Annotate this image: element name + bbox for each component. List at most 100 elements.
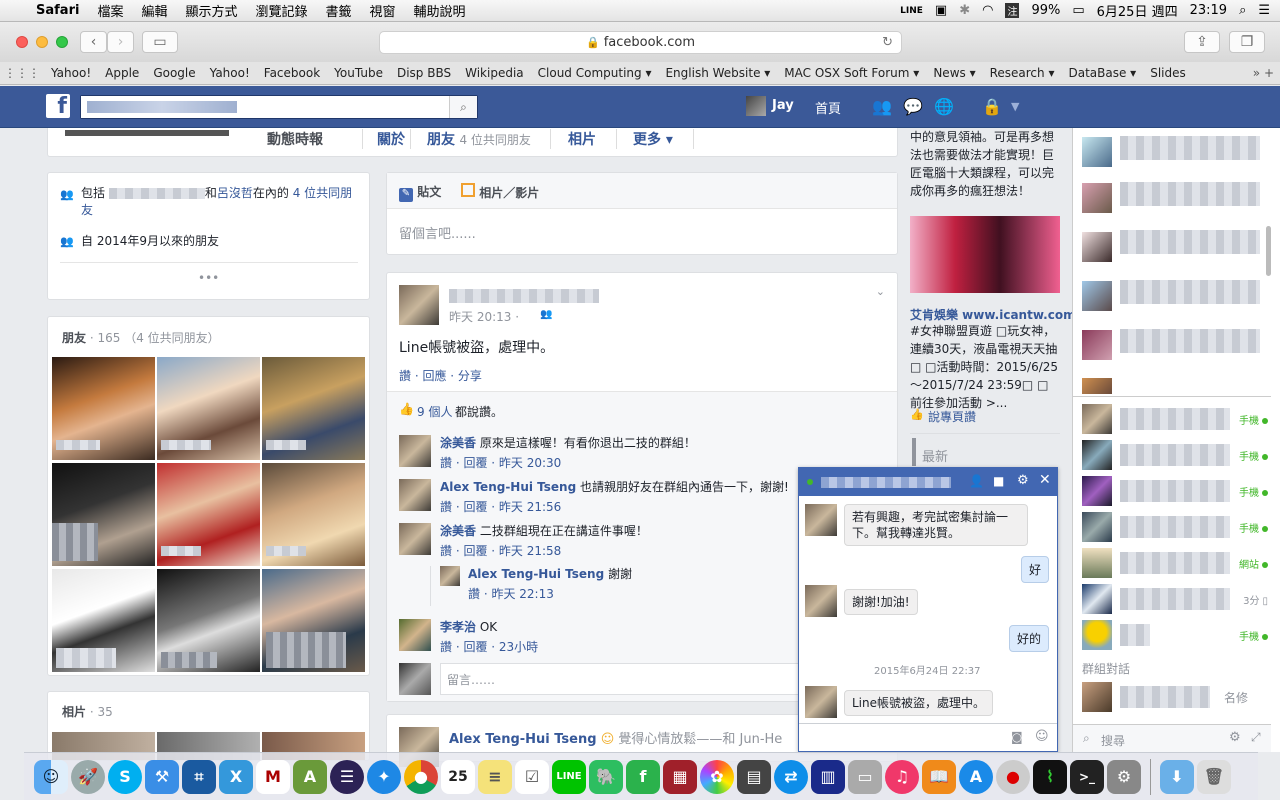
chat-settings-icon[interactable]: ⚙ (1229, 730, 1241, 745)
downloads-folder-icon[interactable]: ⬇ (1160, 759, 1194, 794)
chat-contact[interactable]: 手機 (1082, 512, 1268, 542)
friend-requests-icon[interactable]: 👥 (872, 97, 892, 116)
bookmark-item[interactable]: Facebook (257, 66, 327, 80)
bookmark-folder[interactable]: MAC OSX Soft Forum ▾ (777, 66, 926, 80)
mendeley-icon[interactable]: M (256, 759, 290, 794)
feedly-icon[interactable]: f (626, 759, 660, 794)
menu-view[interactable]: 顯示方式 (176, 1, 246, 20)
reply-author[interactable]: Alex Teng-Hui Tseng (468, 567, 604, 581)
account-menu-icon[interactable]: ▼ (1011, 100, 1019, 113)
friend-photo[interactable] (262, 463, 365, 566)
chat-compose-area[interactable]: ◙ ☺ (799, 723, 1057, 751)
messages-icon[interactable]: 💬 (903, 97, 923, 116)
sidebar-toggle-button[interactable]: ▭ (142, 31, 178, 53)
comment-avatar[interactable] (399, 479, 431, 511)
back-button[interactable]: ‹ (80, 31, 107, 53)
tab-more[interactable]: 更多 ▾ (616, 129, 694, 149)
comment-meta[interactable]: 讚 · 回覆 · 昨天 20:30 (440, 454, 561, 471)
chat-sidebar-scrollbar[interactable] (1266, 226, 1271, 276)
friends-card-title[interactable]: 朋友 (62, 331, 86, 345)
comment-meta[interactable]: 讚 · 回覆 · 23小時 (440, 638, 538, 655)
chat-contact[interactable] (1082, 183, 1112, 213)
notifications-icon[interactable]: 🌐 (934, 97, 954, 116)
evernote-icon[interactable]: 🐘 (589, 759, 623, 794)
tab-timeline[interactable]: 動態時報 (267, 129, 323, 149)
bookmark-folder[interactable]: News ▾ (926, 66, 982, 80)
comment-meta[interactable]: 讚 · 回覆 · 昨天 21:56 (440, 498, 561, 515)
friend-photo[interactable] (262, 569, 365, 672)
friend-photo[interactable] (52, 569, 155, 672)
bookmark-folder[interactable]: DataBase ▾ (1061, 66, 1143, 80)
android-studio-icon[interactable]: A (293, 759, 327, 794)
camera-icon[interactable]: ◙ (1011, 730, 1023, 744)
chat-contact[interactable]: 手機 (1082, 476, 1268, 506)
share-button[interactable]: ⇪ (1184, 31, 1220, 53)
post-author-avatar[interactable] (399, 285, 439, 325)
likes-count-link[interactable]: 9 個人 (417, 403, 452, 420)
bookmark-folder[interactable]: Cloud Computing ▾ (531, 66, 659, 80)
comment-avatar[interactable] (399, 619, 431, 651)
chat-contact[interactable]: 3分 ▯ (1082, 584, 1268, 614)
group-conversation[interactable]: 名修 (1082, 682, 1268, 712)
facebook-logo-icon[interactable]: f (46, 94, 70, 118)
user-avatar[interactable] (746, 96, 766, 116)
composer-placeholder[interactable]: 留個言吧...... (399, 223, 476, 242)
close-window-icon[interactable] (16, 36, 28, 48)
bookmark-item[interactable]: Wikipedia (458, 66, 531, 80)
post-author-name[interactable]: Alex Teng-Hui Tseng (449, 732, 597, 747)
calculator-icon[interactable]: ▥ (811, 759, 845, 794)
reply-meta[interactable]: 讚 · 昨天 22:13 (468, 585, 554, 602)
search-icon[interactable]: ⌕ (449, 96, 477, 118)
tab-photos[interactable]: 相片 (550, 129, 596, 149)
reload-icon[interactable]: ↻ (882, 35, 893, 50)
input-method-icon[interactable]: 注 (1005, 3, 1020, 18)
activity-monitor-icon[interactable]: ⌇ (1033, 759, 1067, 794)
photo-booth-icon[interactable]: ▦ (663, 759, 697, 794)
minimize-window-icon[interactable] (36, 36, 48, 48)
tabs-overview-button[interactable]: ❐ (1229, 31, 1265, 53)
ad-image[interactable] (910, 216, 1060, 293)
address-bar[interactable]: 🔒 facebook.com ↻ (379, 31, 902, 54)
chat-window-header[interactable]: 👤 ■ ⚙ ✕ (799, 468, 1057, 496)
more-dots-button[interactable]: ••• (198, 271, 219, 285)
app-store-icon[interactable]: A (959, 759, 993, 794)
finder-icon[interactable]: ☺ (34, 759, 68, 794)
post-actions[interactable]: 讚 · 回應 · 分享 (399, 367, 482, 384)
menu-window[interactable]: 視窗 (361, 1, 405, 20)
ad-title-link[interactable]: 艾肯娛樂 www.icantw.com (910, 306, 1076, 323)
comment-author[interactable]: 涂美香 (440, 436, 476, 450)
reader-status-icon[interactable]: ▣ (935, 3, 947, 18)
xcode-icon[interactable]: ⚒ (145, 759, 179, 794)
system-preferences-icon[interactable]: ⚙ (1107, 759, 1141, 794)
reminders-icon[interactable]: ☑ (515, 759, 549, 794)
friend-photo[interactable] (157, 463, 260, 566)
bookmark-item[interactable]: Google (146, 66, 202, 80)
calendar-icon[interactable]: 25 (441, 759, 475, 794)
xamarin-icon[interactable]: X (219, 759, 253, 794)
bookmark-item[interactable]: Yahoo! (203, 66, 257, 80)
photos-card-title[interactable]: 相片 (62, 705, 86, 719)
chat-contact[interactable] (1082, 137, 1112, 167)
bookmark-item[interactable]: YouTube (327, 66, 390, 80)
facebook-search[interactable]: ⌕ (80, 95, 478, 119)
battery-icon[interactable]: ▭ (1072, 3, 1084, 18)
eclipse-icon[interactable]: ☰ (330, 759, 364, 794)
bluetooth-icon[interactable]: ✱ (959, 3, 970, 18)
itunes-icon[interactable]: ♫ (885, 759, 919, 794)
chat-contact[interactable]: 網站 (1082, 548, 1268, 578)
chat-search-input[interactable]: 搜尋 (1101, 732, 1125, 749)
friend-photo[interactable] (157, 357, 260, 460)
reply-avatar[interactable] (440, 566, 460, 586)
trash-icon[interactable]: 🗑 (1197, 759, 1231, 794)
bookmarks-overflow-icon[interactable]: » + (1253, 66, 1280, 80)
comment-avatar[interactable] (399, 435, 431, 467)
bookmark-item[interactable]: Apple (98, 66, 146, 80)
friend-photo[interactable] (262, 357, 365, 460)
comment-author[interactable]: 李孝治 (440, 620, 476, 634)
chat-contact[interactable]: 手機 (1082, 404, 1268, 434)
bookmark-item[interactable]: Yahoo! (44, 66, 98, 80)
photo-video-tab[interactable]: 相片／影片 (461, 183, 539, 201)
menu-date[interactable]: 6月25日 週四 (1097, 1, 1178, 20)
chat-contact[interactable]: 手機 (1082, 440, 1268, 470)
post-author-name-redacted[interactable] (449, 289, 599, 303)
